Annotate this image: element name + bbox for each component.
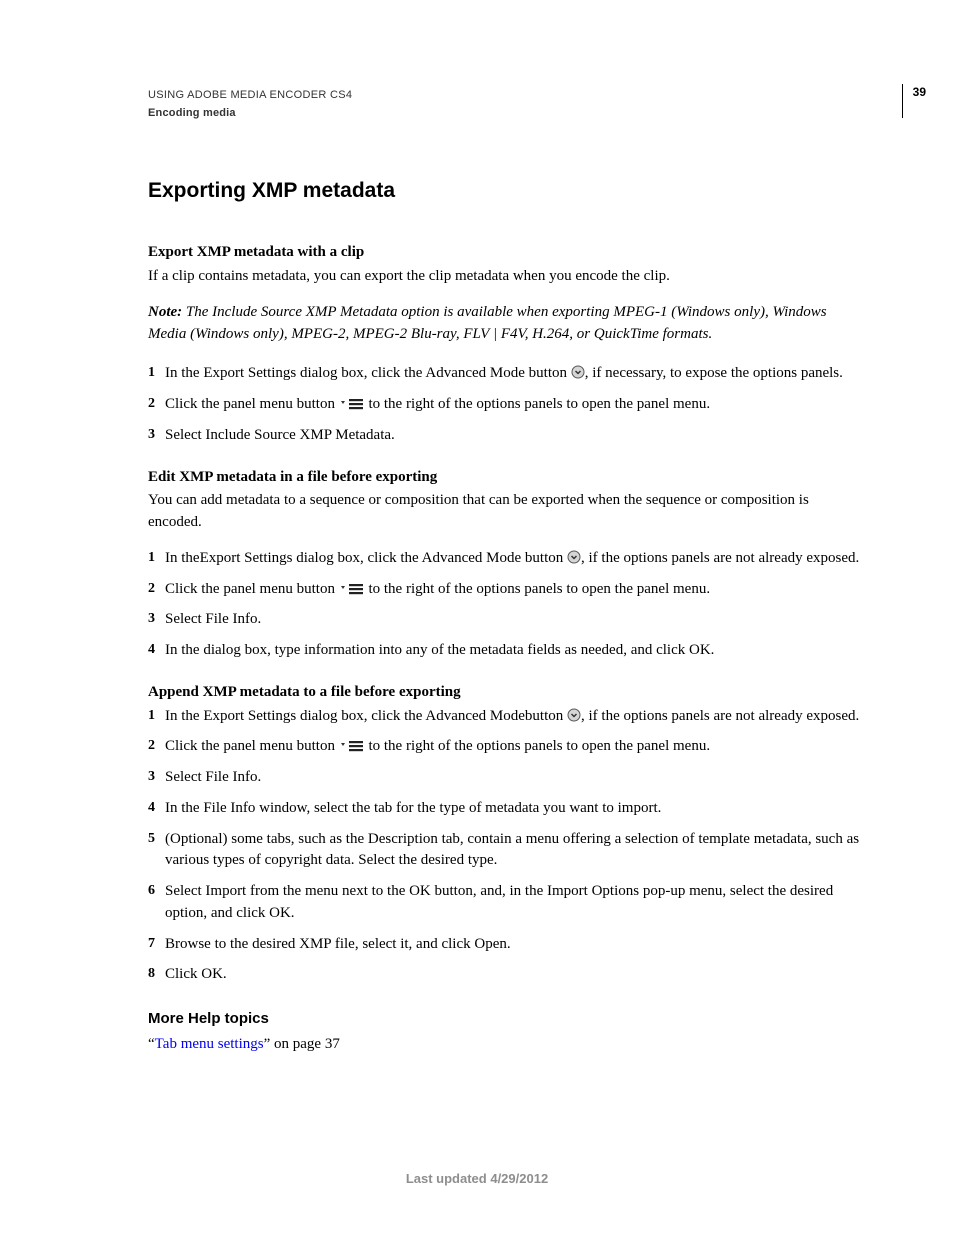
step-text: Click the panel menu button	[165, 396, 339, 412]
steps-list: In the Export Settings dialog box, click…	[148, 706, 864, 987]
step-item: Click the panel menu button to the right…	[148, 579, 864, 601]
step-text: to the right of the options panels to op…	[365, 738, 710, 754]
step-text: Click the panel menu button	[165, 738, 339, 754]
more-help-heading: More Help topics	[148, 1008, 864, 1030]
step-text: In the dialog box, type information into…	[165, 642, 714, 658]
step-text: Select Include Source XMP Metadata.	[165, 427, 395, 443]
more-help-topics: More Help topics “Tab menu settings” on …	[148, 1008, 864, 1056]
page-number: 39	[913, 84, 926, 101]
step-text: Select Import from the menu next to the …	[165, 883, 833, 921]
section-heading: Edit XMP metadata in a file before expor…	[148, 467, 864, 489]
step-text: , if the options panels are not already …	[581, 708, 859, 724]
page-title: Exporting XMP metadata	[148, 176, 864, 206]
step-text: In theExport Settings dialog box, click …	[165, 550, 567, 566]
step-text: (Optional) some tabs, such as the Descri…	[165, 831, 859, 869]
running-head: USING ADOBE MEDIA ENCODER CS4	[148, 88, 864, 104]
step-item: (Optional) some tabs, such as the Descri…	[148, 829, 864, 873]
step-text: Select File Info.	[165, 611, 261, 627]
step-text: In the Export Settings dialog box, click…	[165, 708, 567, 724]
footer-last-updated: Last updated 4/29/2012	[0, 1170, 954, 1189]
section-export-xmp: Export XMP metadata with a clip If a cli…	[148, 242, 864, 446]
panel-menu-icon	[339, 740, 365, 752]
section-intro: You can add metadata to a sequence or co…	[148, 490, 864, 534]
section-name: Encoding media	[148, 106, 864, 122]
section-append-xmp: Append XMP metadata to a file before exp…	[148, 682, 864, 986]
step-text: Click the panel menu button	[165, 581, 339, 597]
steps-list: In the Export Settings dialog box, click…	[148, 363, 864, 446]
section-intro: If a clip contains metadata, you can exp…	[148, 266, 864, 288]
panel-menu-icon	[339, 583, 365, 595]
advanced-mode-icon	[567, 550, 581, 564]
panel-menu-icon	[339, 398, 365, 410]
section-heading: Export XMP metadata with a clip	[148, 242, 864, 264]
step-item: Select File Info.	[148, 609, 864, 631]
advanced-mode-icon	[567, 708, 581, 722]
step-item: Select File Info.	[148, 767, 864, 789]
note: Note: The Include Source XMP Metadata op…	[148, 302, 864, 346]
step-text: to the right of the options panels to op…	[365, 581, 710, 597]
help-link-suffix: ” on page 37	[264, 1036, 340, 1052]
help-link[interactable]: Tab menu settings	[155, 1036, 264, 1052]
step-text: to the right of the options panels to op…	[365, 396, 710, 412]
section-heading: Append XMP metadata to a file before exp…	[148, 682, 864, 704]
step-text: Browse to the desired XMP file, select i…	[165, 936, 511, 952]
steps-list: In theExport Settings dialog box, click …	[148, 548, 864, 662]
note-label: Note:	[148, 304, 186, 320]
step-text: Select File Info.	[165, 769, 261, 785]
step-item: Click the panel menu button to the right…	[148, 736, 864, 758]
quote-open: “	[148, 1036, 155, 1052]
page-header: USING ADOBE MEDIA ENCODER CS4 Encoding m…	[148, 88, 864, 122]
step-item: Click the panel menu button to the right…	[148, 394, 864, 416]
step-item: In the dialog box, type information into…	[148, 640, 864, 662]
step-item: In the Export Settings dialog box, click…	[148, 363, 864, 385]
step-text: In the File Info window, select the tab …	[165, 800, 661, 816]
step-text: In the Export Settings dialog box, click…	[165, 365, 571, 381]
step-item: In the File Info window, select the tab …	[148, 798, 864, 820]
step-item: Select Include Source XMP Metadata.	[148, 425, 864, 447]
more-help-entry: “Tab menu settings” on page 37	[148, 1034, 864, 1056]
note-body: The Include Source XMP Metadata option i…	[148, 304, 827, 342]
step-item: Select Import from the menu next to the …	[148, 881, 864, 925]
step-text: , if the options panels are not already …	[581, 550, 859, 566]
advanced-mode-icon	[571, 365, 585, 379]
step-text: , if necessary, to expose the options pa…	[585, 365, 843, 381]
step-item: Click OK.	[148, 964, 864, 986]
page-number-box: 39	[902, 84, 926, 118]
section-edit-xmp: Edit XMP metadata in a file before expor…	[148, 467, 864, 662]
step-item: In theExport Settings dialog box, click …	[148, 548, 864, 570]
step-item: In the Export Settings dialog box, click…	[148, 706, 864, 728]
step-item: Browse to the desired XMP file, select i…	[148, 934, 864, 956]
step-text: Click OK.	[165, 966, 227, 982]
